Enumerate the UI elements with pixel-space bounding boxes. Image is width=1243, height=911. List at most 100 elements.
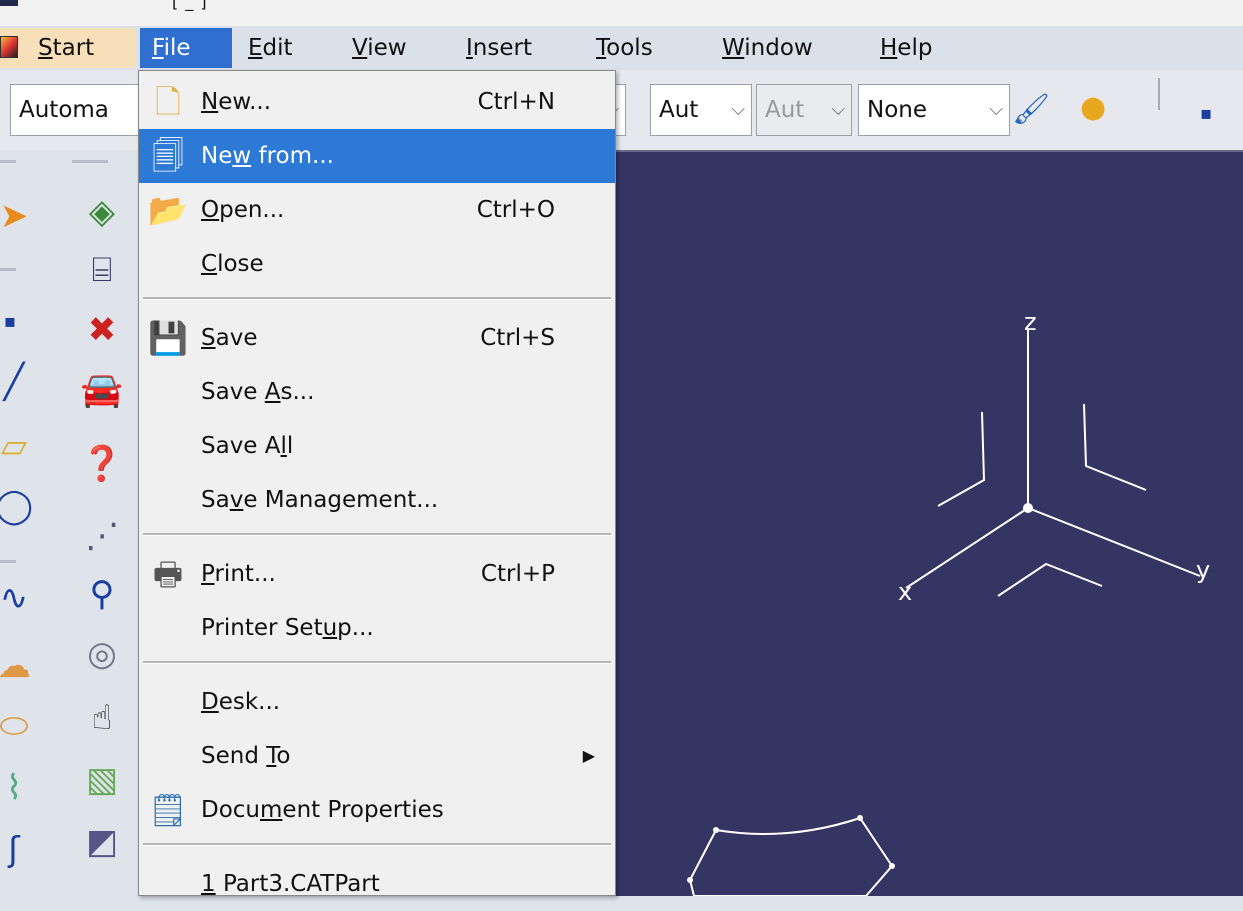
curve-icon[interactable]: ʃ bbox=[0, 830, 36, 870]
catia-logo-icon bbox=[0, 36, 18, 58]
z-axis-label: z bbox=[1024, 308, 1037, 336]
printer-icon: 🖶 bbox=[152, 555, 184, 593]
menu-item-open-label: Open... bbox=[201, 197, 285, 223]
curve-point bbox=[889, 863, 895, 869]
menu-item-save-as[interactable]: Save As... bbox=[139, 365, 615, 419]
x-axis-line bbox=[905, 507, 1029, 589]
extrude-icon[interactable]: ▧ bbox=[80, 760, 124, 800]
revolve-icon[interactable]: ◩ bbox=[80, 822, 124, 862]
menu-item-new-label: New... bbox=[201, 89, 272, 115]
menu-item-close[interactable]: Close bbox=[139, 237, 615, 291]
circle-icon[interactable]: ◯ bbox=[0, 486, 36, 526]
select-arrow-icon[interactable]: ➤ bbox=[0, 196, 36, 236]
menu-item-printer-setup-label: Printer Setup... bbox=[201, 615, 374, 641]
left-toolbar: ➤ ◈ ⌸ ▪ ✖ ╱ 🚘 ▱ ❓ ◯ ⋰ ∿ ⚲ ☁ ◎ ⬭ ☝ ⌇ ▧ ʃ … bbox=[0, 150, 140, 896]
combo-aut-1-value: Aut bbox=[659, 97, 699, 123]
open-folder-icon: 📂 bbox=[148, 191, 188, 229]
menu-insert[interactable]: Insert bbox=[466, 33, 532, 63]
hand-icon[interactable]: ☝ bbox=[80, 698, 124, 738]
fill-icon[interactable]: ⬭ bbox=[0, 706, 36, 746]
file-menu: 🗋 New... Ctrl+N 🗐 New from... 📂 Open... … bbox=[138, 70, 616, 897]
new-from-icon: 🗐 bbox=[152, 137, 184, 175]
curve-point bbox=[713, 827, 719, 833]
menu-item-send-to-label: Send To bbox=[201, 743, 291, 769]
combo-aut-2-value: Aut bbox=[765, 97, 805, 123]
app-icon bbox=[0, 0, 18, 6]
y-axis-label: y bbox=[1196, 556, 1210, 584]
delete-geometry-icon[interactable]: ✖ bbox=[80, 310, 124, 350]
menu-separator bbox=[143, 533, 611, 536]
menu-item-print-label: Print... bbox=[201, 561, 276, 587]
3d-viewport[interactable]: z x y bbox=[616, 150, 1243, 897]
menu-item-document-properties[interactable]: 🗒 Document Properties bbox=[139, 783, 615, 837]
menu-item-save-all[interactable]: Save All bbox=[139, 419, 615, 473]
chevron-down-icon: ⌵ bbox=[831, 99, 845, 120]
submenu-arrow-icon: ▶ bbox=[582, 746, 595, 765]
compass-origin bbox=[1023, 503, 1033, 513]
new-document-icon: 🗋 bbox=[155, 83, 181, 121]
menu-item-open-shortcut: Ctrl+O bbox=[476, 197, 555, 223]
chevron-down-icon: ⌵ bbox=[989, 99, 1003, 120]
menu-item-new-from-label: New from... bbox=[201, 143, 334, 169]
viewport-border bbox=[616, 150, 1243, 152]
save-floppy-icon: 💾 bbox=[148, 319, 188, 357]
axis-compass: z x y bbox=[687, 308, 1210, 897]
toolbar-separator bbox=[1158, 78, 1160, 110]
menu-window[interactable]: Window bbox=[722, 33, 813, 63]
menu-view[interactable]: View bbox=[352, 33, 407, 63]
help-icon[interactable]: ❓ bbox=[80, 444, 124, 484]
spiral-icon[interactable]: ◎ bbox=[80, 634, 124, 674]
menu-item-save-label: Save bbox=[201, 325, 258, 351]
combo-none[interactable]: None ⌵ bbox=[858, 84, 1010, 136]
menu-start[interactable]: Start bbox=[38, 33, 94, 63]
compass-bracket-bottom bbox=[997, 562, 1103, 597]
pin-icon[interactable]: ⚲ bbox=[80, 574, 124, 614]
painter-brush-icon[interactable]: 🖌 bbox=[1012, 90, 1050, 130]
compass-bracket-left bbox=[937, 411, 986, 507]
menu-item-printer-setup[interactable]: Printer Setup... bbox=[139, 601, 615, 655]
toolbar-grip bbox=[0, 268, 16, 271]
car-icon[interactable]: 🚘 bbox=[80, 370, 124, 410]
menu-item-desk[interactable]: Desk... bbox=[139, 675, 615, 729]
sketch-cylinder-icon[interactable]: ⌸ bbox=[80, 250, 124, 290]
combo-aut-2: Aut ⌵ bbox=[756, 84, 852, 136]
menu-help[interactable]: Help bbox=[880, 33, 932, 63]
menu-item-open[interactable]: 📂 Open... Ctrl+O bbox=[139, 183, 615, 237]
menu-item-save-management-label: Save Management... bbox=[201, 487, 439, 513]
apply-material-icon[interactable]: ● bbox=[1080, 88, 1106, 128]
toolbar-grip bbox=[72, 160, 108, 163]
menu-item-recent-1-label: 1 Part3.CATPart bbox=[201, 871, 380, 897]
toolbar-grip bbox=[0, 560, 16, 563]
menu-item-recent-1[interactable]: 1 Part3.CATPart bbox=[139, 857, 615, 911]
menu-item-new[interactable]: 🗋 New... Ctrl+N bbox=[139, 75, 615, 129]
menu-item-save-shortcut: Ctrl+S bbox=[480, 325, 555, 351]
menu-item-document-properties-label: Document Properties bbox=[201, 797, 444, 823]
blend-icon[interactable]: ☁ bbox=[0, 646, 36, 686]
menu-item-save[interactable]: 💾 Save Ctrl+S bbox=[139, 311, 615, 365]
menu-tools[interactable]: Tools bbox=[596, 33, 653, 63]
point-icon[interactable]: ▪ bbox=[1200, 94, 1212, 134]
menu-separator bbox=[143, 661, 611, 664]
menu-edit[interactable]: Edit bbox=[248, 33, 293, 63]
point-icon[interactable]: ▪ bbox=[0, 302, 32, 342]
compass-bracket-right bbox=[1083, 403, 1147, 491]
menu-item-new-from[interactable]: 🗐 New from... bbox=[139, 129, 615, 183]
surface-icon[interactable]: ◈ bbox=[80, 192, 124, 232]
menu-item-save-all-label: Save All bbox=[201, 433, 294, 459]
curve-point bbox=[687, 877, 693, 883]
menu-item-send-to[interactable]: Send To ▶ bbox=[139, 729, 615, 783]
combo-aut-1[interactable]: Aut ⌵ bbox=[650, 84, 752, 136]
menu-item-new-shortcut: Ctrl+N bbox=[477, 89, 555, 115]
spline-icon[interactable]: ∿ bbox=[0, 578, 36, 618]
combo-none-value: None bbox=[867, 97, 928, 123]
menu-item-save-as-label: Save As... bbox=[201, 379, 315, 405]
menu-item-print[interactable]: 🖶 Print... Ctrl+P bbox=[139, 547, 615, 601]
combo-automatic-value: Automa bbox=[19, 97, 109, 123]
radiation-icon[interactable]: ⋰ bbox=[80, 516, 124, 556]
menu-item-save-management[interactable]: Save Management... bbox=[139, 473, 615, 527]
menu-file[interactable]: File bbox=[152, 33, 191, 63]
line-icon[interactable]: ╱ bbox=[0, 362, 36, 402]
menu-item-desk-label: Desk... bbox=[201, 689, 281, 715]
plane-icon[interactable]: ▱ bbox=[0, 426, 36, 466]
sweep-icon[interactable]: ⌇ bbox=[0, 768, 36, 808]
